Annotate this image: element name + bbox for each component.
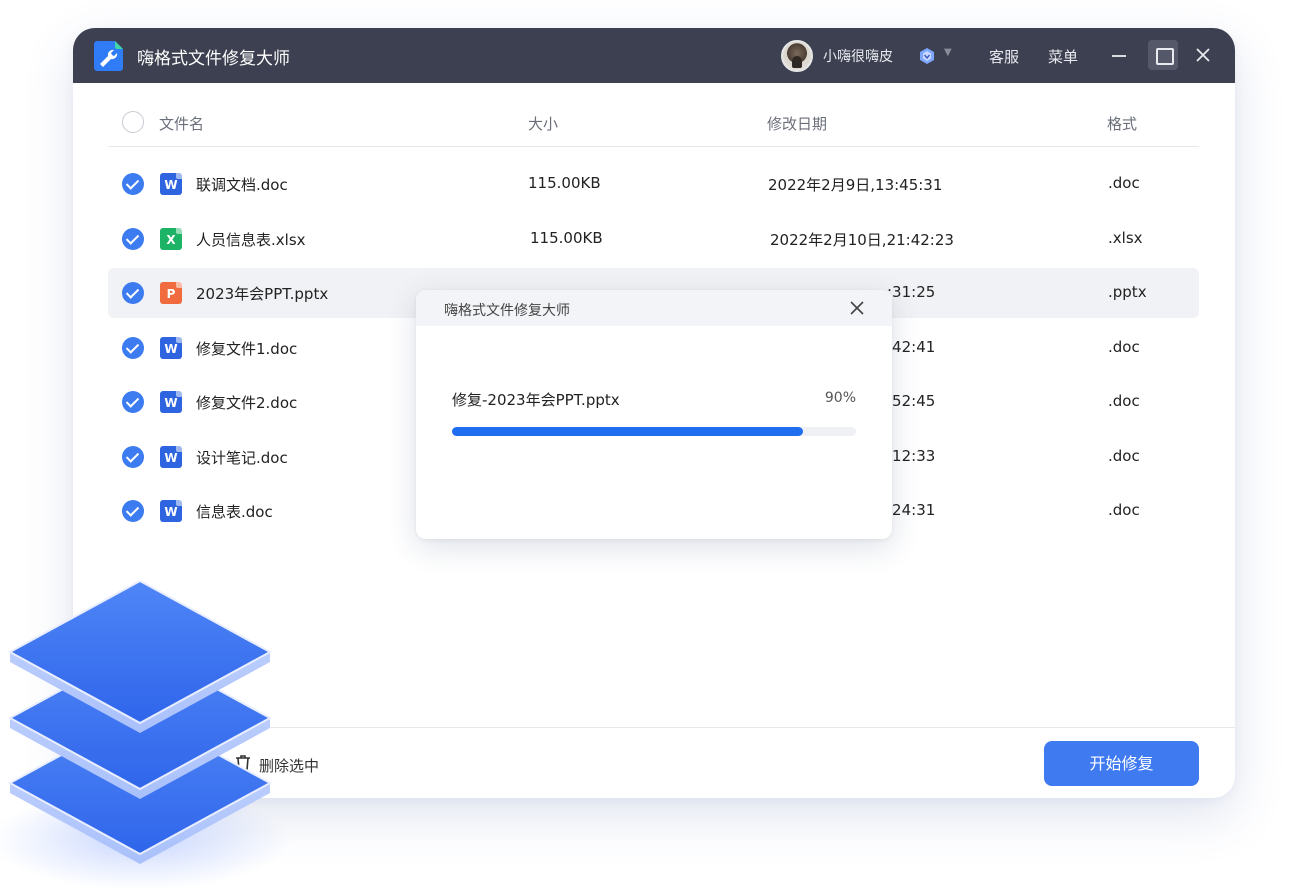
word-icon: W [160, 500, 182, 522]
column-header-format[interactable]: 格式 [1107, 113, 1137, 134]
file-format: .pptx [1108, 283, 1147, 301]
row-checkbox[interactable] [122, 391, 144, 413]
word-icon: W [160, 173, 182, 195]
table-row[interactable]: X 人员信息表.xlsx 115.00KB 2022年2月10日,21:42:2… [108, 214, 1199, 264]
row-checkbox[interactable] [122, 282, 144, 304]
file-format: .xlsx [1108, 228, 1143, 247]
vip-badge-icon[interactable] [918, 47, 936, 65]
file-name: 2023年会PPT.pptx [196, 285, 329, 303]
file-date: 2022年2月9日,13:45:31 [768, 176, 943, 194]
file-date: 2022年2月10日,21:42:23 [770, 230, 954, 249]
select-all-checkbox[interactable] [122, 111, 144, 133]
file-size: 115.00KB [528, 174, 601, 192]
row-checkbox[interactable] [122, 227, 144, 250]
column-header-name[interactable]: 文件名 [159, 113, 204, 134]
customer-service-link[interactable]: 客服 [989, 46, 1019, 67]
vip-dropdown-caret-icon[interactable]: ▼ [944, 47, 952, 58]
file-date: :24:31 [887, 501, 936, 519]
word-icon: W [160, 336, 182, 359]
file-date: :31:25 [887, 283, 936, 301]
title-bar: 嗨格式文件修复大师 小嗨很嗨皮 ▼ 客服 菜单 [73, 28, 1235, 83]
user-avatar[interactable] [781, 40, 813, 72]
table-row[interactable]: W 联调文档.doc 115.00KB 2022年2月9日,13:45:31 .… [108, 159, 1199, 209]
word-icon: W [160, 391, 182, 413]
menu-link[interactable]: 菜单 [1048, 46, 1078, 67]
row-checkbox[interactable] [122, 336, 144, 359]
repair-progress-dialog: 嗨格式文件修复大师 修复-2023年会PPT.pptx 90% [416, 290, 892, 539]
repair-percent: 90% [824, 390, 856, 406]
file-format: .doc [1108, 501, 1140, 519]
file-format: .doc [1108, 392, 1140, 410]
file-date: :12:33 [887, 446, 936, 465]
repair-file-label: 修复-2023年会PPT.pptx [452, 391, 620, 409]
file-date: :52:45 [887, 392, 936, 410]
progress-bar-fill [452, 427, 804, 436]
progress-bar [452, 427, 856, 436]
layers-decoration-icon [0, 579, 290, 888]
word-icon: W [160, 445, 182, 468]
file-name: 信息表.doc [196, 503, 273, 521]
close-window-button[interactable] [1188, 40, 1218, 70]
excel-icon: X [160, 227, 182, 250]
row-checkbox[interactable] [122, 500, 144, 522]
app-logo-icon [94, 41, 123, 71]
username[interactable]: 小嗨很嗨皮 [823, 46, 893, 66]
row-checkbox[interactable] [122, 173, 144, 195]
file-name: 设计笔记.doc [196, 448, 288, 467]
column-header-date[interactable]: 修改日期 [767, 113, 827, 134]
dialog-title: 嗨格式文件修复大师 [444, 303, 570, 319]
maximize-button[interactable] [1148, 40, 1178, 70]
page: 嗨格式文件修复大师 小嗨很嗨皮 ▼ 客服 菜单 文件名 大小 修改日期 格式 W… [0, 0, 1289, 888]
minimize-button[interactable] [1104, 40, 1134, 70]
file-name: 修复文件2.doc [196, 394, 298, 412]
row-checkbox[interactable] [122, 445, 144, 468]
file-name: 人员信息表.xlsx [196, 230, 306, 249]
file-name: 修复文件1.doc [196, 339, 298, 358]
file-format: .doc [1108, 446, 1140, 465]
dialog-header: 嗨格式文件修复大师 [416, 290, 892, 326]
dialog-close-icon[interactable] [847, 298, 867, 318]
file-date: :42:41 [887, 337, 936, 356]
close-icon [1196, 48, 1210, 62]
file-format: .doc [1108, 337, 1140, 356]
ppt-icon: P [160, 282, 182, 304]
file-format: .doc [1108, 174, 1140, 192]
table-header: 文件名 大小 修改日期 格式 [108, 98, 1199, 147]
app-title: 嗨格式文件修复大师 [137, 49, 290, 69]
file-size: 115.00KB [530, 228, 603, 247]
start-repair-button[interactable]: 开始修复 [1044, 741, 1199, 786]
file-name: 联调文档.doc [196, 176, 288, 194]
column-header-size[interactable]: 大小 [528, 113, 558, 134]
